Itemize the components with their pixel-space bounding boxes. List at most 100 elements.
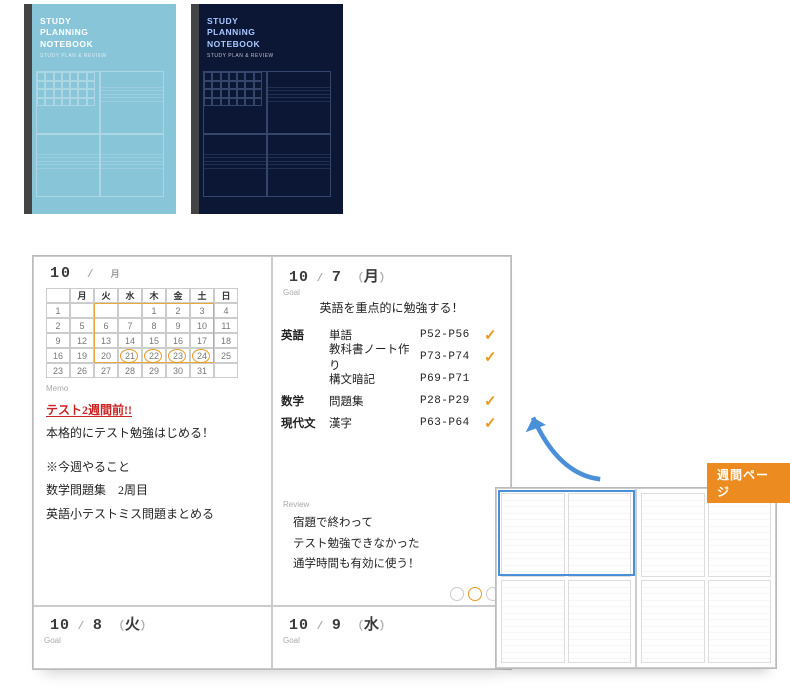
goal-label: Goal	[44, 636, 271, 645]
calendar-day: 16	[46, 348, 70, 363]
task-pages: P73-P74	[420, 351, 484, 363]
calendar-day: 19	[70, 348, 94, 363]
callout-arrow	[522, 400, 614, 494]
day-month: 10	[289, 617, 309, 634]
task-subject: 数学	[281, 393, 329, 409]
task-pages: P69-P71	[420, 373, 484, 385]
goal-text: 英語を重点的に勉強する！	[273, 299, 510, 316]
calendar-day	[94, 303, 118, 318]
goal-label: Goal	[283, 636, 510, 645]
calendar-day: 18	[214, 333, 238, 348]
calendar-day	[214, 363, 238, 378]
cover-preview	[36, 71, 164, 197]
day-date: 8	[93, 617, 103, 634]
task-row: 現代文漢字P63-P64✓	[281, 412, 502, 434]
goal-label: Goal	[283, 288, 510, 297]
memo-label: Memo	[46, 384, 271, 393]
calendar-weekday	[46, 288, 70, 303]
calendar-day: 3	[190, 303, 214, 318]
mood-faces	[450, 587, 500, 601]
day-weekday: 月	[364, 269, 380, 286]
day-month: 10	[289, 269, 309, 286]
calendar-weekday: 金	[166, 288, 190, 303]
panel-day-stub-1: 10 / 8 （火） Goal	[33, 606, 272, 669]
calendar-day: 17	[190, 333, 214, 348]
calendar-day: 5	[70, 318, 94, 333]
calendar-day: 24	[190, 348, 214, 363]
task-pages: P63-P64	[420, 417, 484, 429]
cover-title: STUDY PLANNiNG NOTEBOOK	[40, 16, 176, 50]
check-icon: ✓	[484, 414, 502, 433]
task-pages: P28-P29	[420, 395, 484, 407]
day-date: 7	[332, 269, 342, 286]
cover-spine	[24, 4, 32, 214]
calendar-day: 21	[118, 348, 142, 363]
month-label: 月	[111, 270, 122, 280]
weekly-page-badge: 週間ページ	[707, 463, 790, 503]
task-item: 問題集	[329, 393, 420, 409]
memo-line: 数学問題集 2周目	[46, 479, 259, 502]
calendar-day: 23	[166, 348, 190, 363]
preview-page-right	[636, 488, 776, 668]
calendar-day: 9	[166, 318, 190, 333]
calendar-day: 31	[190, 363, 214, 378]
month-calendar: 月火水木金土日112342567891011912131415161718161…	[46, 288, 259, 378]
planner-spread: 10 / 月 月火水木金土日11234256789101191213141516…	[32, 255, 512, 670]
task-row: 教科書ノート作りP73-P74✓	[281, 346, 502, 368]
day-header: 10 / 8 （火）	[34, 607, 271, 636]
calendar-day: 12	[70, 333, 94, 348]
calendar-weekday: 月	[70, 288, 94, 303]
calendar-day: 26	[70, 363, 94, 378]
task-row: 数学問題集P28-P29✓	[281, 390, 502, 412]
calendar-day: 7	[118, 318, 142, 333]
calendar-day: 2	[166, 303, 190, 318]
calendar-weekday: 水	[118, 288, 142, 303]
face-icon	[450, 587, 464, 601]
cover-title: STUDY PLANNiNG NOTEBOOK	[207, 16, 343, 50]
calendar-day: 14	[118, 333, 142, 348]
calendar-day: 11	[214, 318, 238, 333]
memo-line: ※今週やること	[46, 456, 259, 479]
task-list: 英語単語P52-P56✓教科書ノート作りP73-P74✓構文暗記P69-P71数…	[281, 324, 502, 434]
calendar-weekday: 火	[94, 288, 118, 303]
calendar-day: 1	[142, 303, 166, 318]
calendar-day: 4	[214, 303, 238, 318]
face-icon-selected	[468, 587, 482, 601]
calendar-day	[118, 303, 142, 318]
calendar-weekday: 日	[214, 288, 238, 303]
calendar-day: 25	[214, 348, 238, 363]
cover-subtitle: STUDY PLAN & REVIEW	[207, 53, 343, 59]
day-date: 9	[332, 617, 342, 634]
calendar-day: 27	[94, 363, 118, 378]
calendar-day: 2	[46, 318, 70, 333]
calendar-day: 16	[166, 333, 190, 348]
day-month: 10	[50, 617, 70, 634]
slash: /	[87, 269, 96, 281]
task-subject: 現代文	[281, 415, 329, 431]
task-pages: P52-P56	[420, 329, 484, 341]
day-weekday: 火	[125, 617, 141, 634]
task-item: 構文暗記	[329, 371, 420, 387]
cover-subtitle: STUDY PLAN & REVIEW	[40, 53, 176, 59]
calendar-weekday: 木	[142, 288, 166, 303]
memo-line: 本格的にテスト勉強はじめる！	[46, 422, 259, 445]
panel-day-stub-2: 10 / 9 （水） Goal	[272, 606, 511, 669]
calendar-day: 9	[46, 333, 70, 348]
review-body: 宿題で終わって テスト勉強できなかった 通学時間も有効に使う！	[293, 513, 498, 575]
calendar-day: 20	[94, 348, 118, 363]
calendar-day: 10	[190, 318, 214, 333]
spread-preview	[495, 487, 777, 669]
calendar-day: 6	[94, 318, 118, 333]
memo-highlight: テスト2週間前!!	[46, 403, 132, 417]
calendar-day: 28	[118, 363, 142, 378]
panel-day: 10 / 7 （月） Goal 英語を重点的に勉強する！ 英語単語P52-P56…	[272, 256, 511, 606]
month-header: 10 / 月	[34, 257, 271, 286]
calendar-weekday: 土	[190, 288, 214, 303]
cover-preview	[203, 71, 331, 197]
review-line: 宿題で終わって	[293, 513, 498, 534]
panel-month: 10 / 月 月火水木金土日11234256789101191213141516…	[33, 256, 272, 606]
preview-page-left	[496, 488, 636, 668]
check-icon: ✓	[484, 326, 502, 345]
notebook-cover-navy: STUDY PLANNiNG NOTEBOOK STUDY PLAN & REV…	[191, 4, 343, 214]
calendar-day: 13	[94, 333, 118, 348]
